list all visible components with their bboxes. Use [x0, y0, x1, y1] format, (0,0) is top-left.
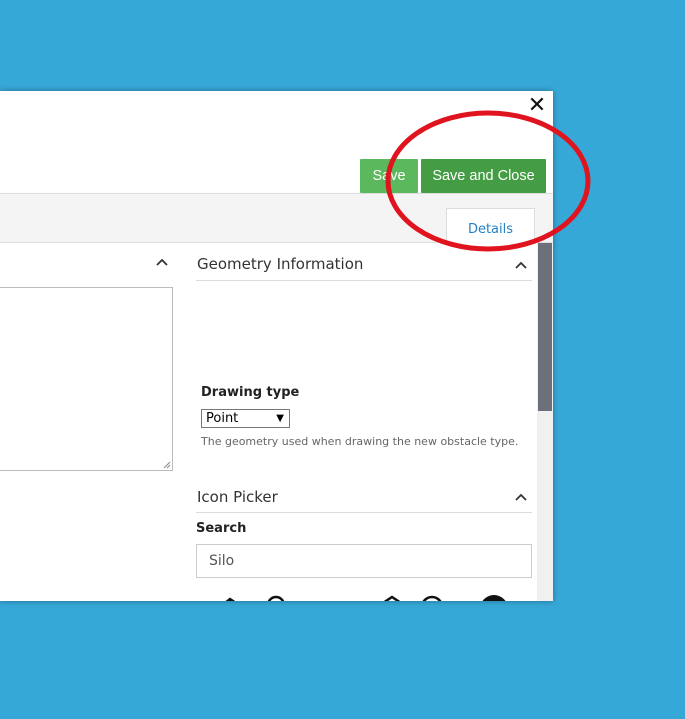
icon-picker-title: Icon Picker: [197, 488, 278, 506]
resize-grip-icon[interactable]: [163, 461, 171, 469]
geometry-section-title: Geometry Information: [197, 255, 364, 273]
drawing-type-value: Point: [206, 411, 239, 426]
tab-bar: Details: [0, 194, 553, 243]
section-divider: [196, 512, 532, 513]
chevron-up-icon[interactable]: [514, 492, 528, 502]
save-and-close-button[interactable]: Save and Close: [421, 159, 546, 193]
drawing-type-select[interactable]: Point ▼: [201, 409, 290, 428]
close-icon[interactable]: ✕: [527, 95, 547, 117]
silo-barn-icon[interactable]: [196, 595, 248, 601]
dialog: ✕ Save Save and Close Details Geometry I…: [0, 91, 553, 601]
dialog-content: Geometry Information Drawing type Point …: [0, 243, 537, 601]
silo-tall-icon[interactable]: [252, 595, 304, 601]
scrollbar-thumb[interactable]: [538, 243, 552, 411]
silo-tanks-icon[interactable]: [360, 595, 412, 601]
silo-dark-icon[interactable]: [472, 595, 524, 601]
drawing-type-label: Drawing type: [201, 385, 300, 400]
section-divider: [196, 280, 532, 281]
save-button[interactable]: Save: [360, 159, 418, 193]
silo-row-icon[interactable]: [306, 595, 358, 601]
scrollbar[interactable]: [537, 243, 553, 601]
chevron-up-icon[interactable]: [155, 257, 169, 267]
chevron-up-icon[interactable]: [514, 260, 528, 270]
drawing-type-help: The geometry used when drawing the new o…: [201, 435, 519, 448]
description-textarea[interactable]: [0, 287, 173, 471]
silo-ladder-icon[interactable]: [416, 595, 468, 601]
tab-details[interactable]: Details: [446, 208, 535, 243]
dropdown-arrow-icon: ▼: [276, 413, 284, 424]
search-label: Search: [196, 521, 247, 536]
icon-search-input[interactable]: Silo: [196, 544, 532, 578]
